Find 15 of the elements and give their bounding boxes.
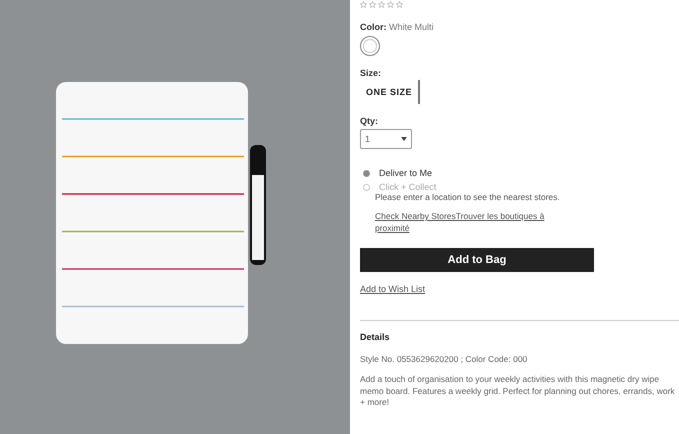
radio-label[interactable]: Deliver to Me [379,168,432,178]
details-heading: Details [360,332,390,342]
caret-icon [401,137,407,141]
style-number: Style No. 0553629620200 ; Color Code: 000 [360,354,528,364]
color-label: Color: White Multi [360,22,434,32]
radio-button[interactable] [363,170,370,176]
store-link[interactable]: Check Nearby StoresTrouver les boutiques à proximité [375,210,575,234]
add-to-bag-button[interactable]: Add to Bag [360,248,594,272]
color-swatch[interactable] [360,36,380,56]
size-label: Size: [360,68,382,78]
qty-select[interactable]: 1 [360,129,412,149]
qty-label: Qty: [360,116,378,126]
wish-list-link[interactable]: Add to Wish List [360,284,426,294]
store-note: Please enter a location to see the nearest stores. [375,192,560,202]
description: Add a touch of organisation to your weekly activities with this magnetic dry wipe memo board. Features a weekly grid. Perfect for planning out chores, errands, work + more! [360,374,676,408]
